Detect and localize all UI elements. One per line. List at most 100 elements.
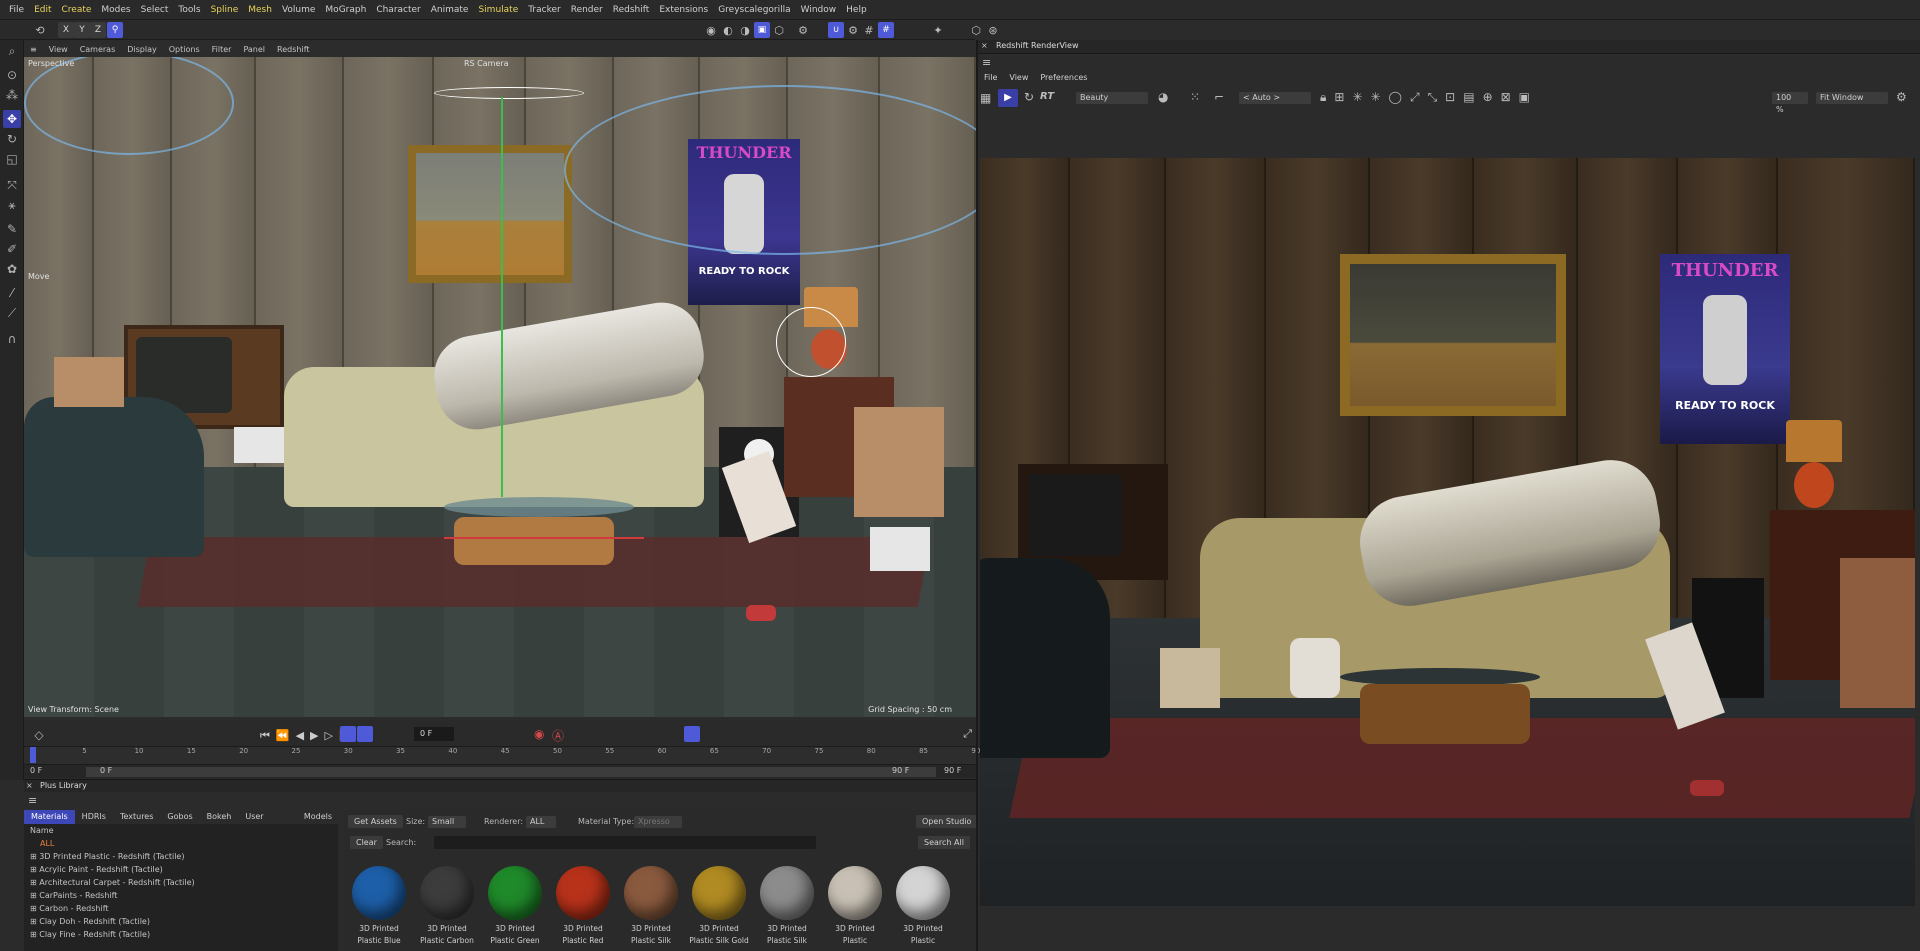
tab-gobos[interactable]: Gobos xyxy=(160,810,199,824)
tab-hdris[interactable]: HDRIs xyxy=(75,810,113,824)
expand-icon[interactable]: ⊞ xyxy=(30,865,39,874)
list-item[interactable]: ⊞ Acrylic Paint - Redshift (Tactile) xyxy=(24,863,338,876)
render-image[interactable]: THUNDER READY TO ROCK xyxy=(980,158,1915,906)
tab-textures[interactable]: Textures xyxy=(113,810,160,824)
select-icon[interactable]: ⊙ xyxy=(3,66,21,84)
range-end[interactable]: 90 F xyxy=(944,766,961,775)
viewport-menu-options[interactable]: Options xyxy=(163,45,206,54)
viewport-camera-label[interactable]: RS Camera xyxy=(464,59,509,68)
magnet-settings-icon[interactable]: ⚙ xyxy=(845,22,861,38)
material-thumbnail[interactable]: 3D Printed Plastic xyxy=(892,864,954,950)
search-icon[interactable]: ⌕ xyxy=(3,42,21,60)
render-view-icon[interactable]: ◐ xyxy=(720,22,736,38)
menu-create[interactable]: Create xyxy=(57,5,97,15)
clear-button[interactable]: Clear xyxy=(350,836,383,849)
grid-icon[interactable]: # xyxy=(861,22,877,38)
rt-toggle[interactable]: RT xyxy=(1040,91,1054,102)
material-thumbnail[interactable]: 3D Printed Plastic Silk xyxy=(756,864,818,950)
menu-animate[interactable]: Animate xyxy=(426,5,474,15)
menu-spline[interactable]: Spline xyxy=(206,5,244,15)
undo-icon[interactable]: ⟲ xyxy=(32,22,48,38)
help-icon[interactable]: ⊛ xyxy=(985,22,1001,38)
keyframe-icon[interactable]: ◇ xyxy=(30,726,48,744)
auto-record-icon[interactable]: Ⓐ xyxy=(552,727,564,744)
aov-select[interactable]: Beauty xyxy=(1076,92,1148,104)
refresh-icon[interactable]: ↻ xyxy=(1024,90,1034,104)
expand-icon[interactable]: ⊞ xyxy=(30,852,39,861)
menu-file[interactable]: File xyxy=(4,5,29,15)
material-type-select[interactable]: Xpresso xyxy=(634,816,682,828)
list-item[interactable]: ⊞ 3D Printed Plastic - Redshift (Tactile… xyxy=(24,850,338,863)
menu-edit[interactable]: Edit xyxy=(29,5,56,15)
hamburger-icon[interactable]: ≡ xyxy=(28,794,37,807)
render-menu-view[interactable]: View xyxy=(1003,73,1034,82)
menu-mesh[interactable]: Mesh xyxy=(243,5,277,15)
loop-icon[interactable] xyxy=(340,726,356,742)
cube-icon[interactable]: ⬡ xyxy=(771,22,787,38)
size-select[interactable]: Small xyxy=(428,816,467,828)
knife-icon[interactable]: ⟋ xyxy=(3,304,21,322)
viewport-menu-cameras[interactable]: Cameras xyxy=(74,45,122,54)
axis-lock-y[interactable]: Y xyxy=(74,22,90,38)
material-thumbnail[interactable]: 3D Printed Plastic Green xyxy=(484,864,546,950)
playhead[interactable] xyxy=(30,747,36,763)
viewport-menu-icon[interactable]: ≡ xyxy=(24,45,43,54)
sketch-icon[interactable]: ✐ xyxy=(3,240,21,258)
menu-simulate[interactable]: Simulate xyxy=(473,5,523,15)
menu-help[interactable]: Help xyxy=(841,5,872,15)
magnet-tool-icon[interactable]: ∩ xyxy=(3,330,21,348)
close-icon[interactable]: × xyxy=(26,781,33,790)
expand-icon[interactable]: ⊞ xyxy=(30,878,39,887)
axis-icon[interactable]: ⚹ xyxy=(3,196,21,214)
render-settings-icon[interactable]: ◑ xyxy=(737,22,753,38)
tab-bokeh[interactable]: Bokeh xyxy=(200,810,239,824)
list-item[interactable]: ⊞ Clay Doh - Redshift (Tactile) xyxy=(24,915,338,928)
expand-icon[interactable]: ⊞ xyxy=(30,917,39,926)
search-input[interactable] xyxy=(434,836,816,849)
material-thumbnail[interactable]: 3D Printed Plastic Red xyxy=(552,864,614,950)
render-menu-preferences[interactable]: Preferences xyxy=(1034,73,1093,82)
panel-divider[interactable] xyxy=(976,40,978,951)
render-tools-icons[interactable]: 🔒︎⊞✳✳◯⤢⤡⊡▤⊕⊠▣ xyxy=(1320,90,1538,105)
list-item[interactable]: ⊞ Clay Fine - Redshift (Tactile) xyxy=(24,928,338,941)
start-render-icon[interactable]: ▶ xyxy=(998,89,1018,107)
current-frame-field[interactable]: 0 F xyxy=(414,727,454,741)
axis-lock-x[interactable]: X xyxy=(58,22,74,38)
graph-icon[interactable]: ⤢ xyxy=(963,727,972,741)
menu-select[interactable]: Select xyxy=(136,5,174,15)
render-region-icon[interactable]: ◉ xyxy=(703,22,719,38)
timeline-ruler[interactable]: 051015202530354045505560657075808590 xyxy=(24,746,980,764)
expand-icon[interactable]: ⊞ xyxy=(30,930,39,939)
range-slider[interactable] xyxy=(86,767,936,777)
render-menu-file[interactable]: File xyxy=(978,73,1003,82)
rotate-icon[interactable]: ↻ xyxy=(3,130,21,148)
viewport-menu-view[interactable]: View xyxy=(43,45,74,54)
get-assets-button[interactable]: Get Assets xyxy=(348,815,403,828)
material-thumbnail[interactable]: 3D Printed Plastic Carbon xyxy=(416,864,478,950)
settings-icon[interactable]: ⬡ xyxy=(968,22,984,38)
list-item[interactable]: ⊞ Architectural Carpet - Redshift (Tacti… xyxy=(24,876,338,889)
fit-select[interactable]: Fit Window xyxy=(1816,92,1888,104)
render-active-icon[interactable]: ▣ xyxy=(754,22,770,38)
snap-icon[interactable]: ⚙ xyxy=(795,22,811,38)
material-thumbnail[interactable]: 3D Printed Plastic Silk xyxy=(620,864,682,950)
render-view-close-icon[interactable]: × xyxy=(981,41,988,50)
magnet-icon[interactable]: ∪ xyxy=(828,22,844,38)
brush-icon[interactable]: ⁄ xyxy=(3,284,21,302)
menu-modes[interactable]: Modes xyxy=(96,5,135,15)
viewport[interactable]: THUNDER READY TO ROCK Perspective RS Cam… xyxy=(24,57,976,717)
render-settings-gear-icon[interactable]: ⚙ xyxy=(1896,90,1907,104)
transform-icon[interactable]: ⤧ xyxy=(3,176,21,194)
renderer-select[interactable]: ALL xyxy=(526,816,557,828)
record-icon[interactable]: ◉ xyxy=(534,727,544,741)
menu-character[interactable]: Character xyxy=(371,5,425,15)
menu-render[interactable]: Render xyxy=(566,5,608,15)
paint-icon[interactable]: ✿ xyxy=(3,260,21,278)
workplane-icon[interactable]: # xyxy=(878,22,894,38)
menu-mograph[interactable]: MoGraph xyxy=(320,5,371,15)
material-thumbnail[interactable]: 3D Printed Plastic Blue xyxy=(348,864,410,950)
tag-icon[interactable]: ✦ xyxy=(930,22,946,38)
menu-volume[interactable]: Volume xyxy=(277,5,320,15)
autokey-icon[interactable] xyxy=(357,726,373,742)
list-item[interactable]: ⊞ Carbon - Redshift xyxy=(24,902,338,915)
